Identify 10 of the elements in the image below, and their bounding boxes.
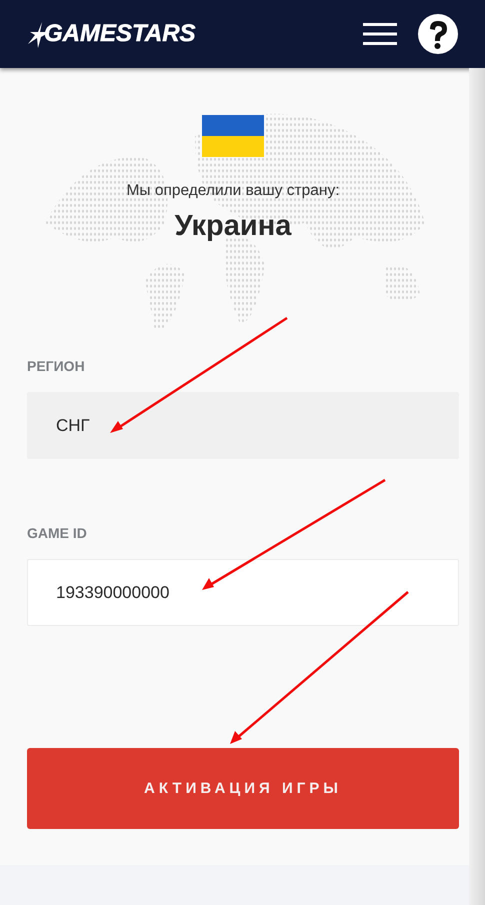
field-label: GAME ID [27, 525, 88, 541]
field-label: РЕГИОН [27, 358, 86, 374]
help-icon[interactable] [417, 13, 459, 55]
input-field[interactable]: 193390000000 [27, 559, 459, 626]
menu-icon[interactable] [363, 22, 397, 46]
country-caption: Мы определили вашу страну: [126, 182, 340, 200]
logo[interactable]: GAMESTARS [44, 20, 196, 48]
country-name: Украина [174, 210, 292, 243]
flag-icon [202, 115, 264, 157]
activate-button[interactable]: АКТИВАЦИЯ ИГРЫ [27, 748, 459, 829]
